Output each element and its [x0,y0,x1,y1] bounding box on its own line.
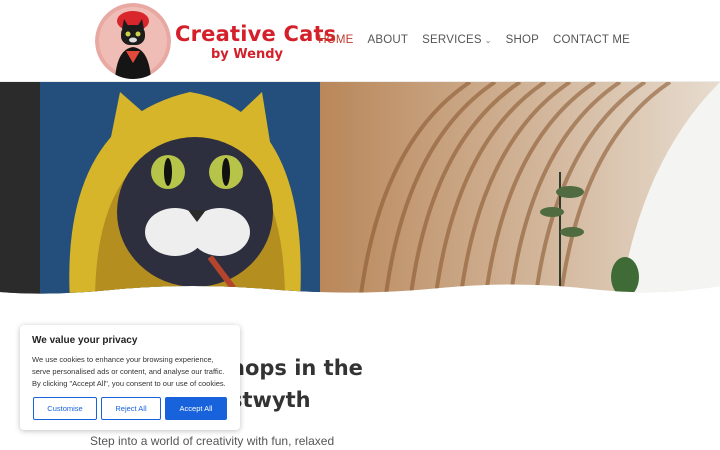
nav-shop[interactable]: SHOP [506,34,539,46]
main-nav: HOME ABOUT SERVICES ⌄ SHOP CONTACT ME [304,34,630,46]
nav-about[interactable]: ABOUT [368,34,409,46]
cookie-title: We value your privacy [32,335,138,346]
nav-about-label: ABOUT [367,34,409,46]
nav-home-label: HOME [318,34,354,46]
nav-home[interactable]: HOME [318,34,353,46]
nav-contact-label: CONTACT ME [553,34,630,46]
cookie-consent-banner: We value your privacy We use cookies to … [20,325,240,430]
cookie-button-row: Customise Reject All Accept All [33,397,227,420]
chevron-down-icon: ⌄ [484,35,492,45]
accept-all-button[interactable]: Accept All [165,397,227,420]
logo-cat-image [95,3,171,79]
nav-shop-label: SHOP [505,34,540,46]
site-logo[interactable]: Creative Cats by Wendy [95,3,336,79]
reject-all-button[interactable]: Reject All [101,397,161,420]
intro-text: Step into a world of creativity with fun… [90,434,335,448]
cookie-text-line-2: serve personalised ads or content, and a… [32,367,225,376]
hero-banner-image [0,82,720,302]
logo-subtitle: by Wendy [211,46,284,62]
customise-button[interactable]: Customise [33,397,97,420]
cookie-text-line-3: By clicking "Accept All", you consent to… [32,379,226,388]
nav-services[interactable]: SERVICES ⌄ [422,34,491,46]
nav-services-label: SERVICES [422,34,482,46]
site-header: Creative Cats by Wendy HOME ABOUT SERVIC… [0,0,720,82]
cookie-text-line-1: We use cookies to enhance your browsing … [32,355,214,364]
nav-contact[interactable]: CONTACT ME [553,34,630,46]
cookie-description: We use cookies to enhance your browsing … [32,354,228,390]
